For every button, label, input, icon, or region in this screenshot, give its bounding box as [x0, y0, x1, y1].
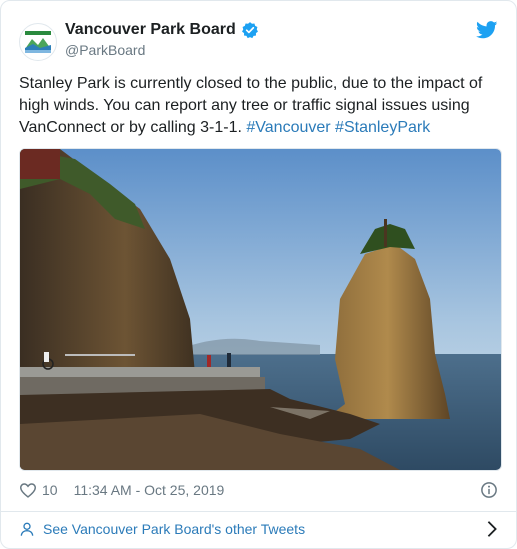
tweet-text: Stanley Park is currently closed to the …	[19, 73, 499, 139]
like-count: 10	[42, 482, 58, 498]
photo-siwash-rock-icon	[20, 149, 501, 470]
like-button[interactable]: 10	[19, 482, 58, 498]
user-icon	[20, 522, 34, 536]
avatar[interactable]	[19, 23, 57, 61]
tweet-card: Vancouver Park Board @ParkBoard Stanley …	[0, 0, 517, 549]
park-board-logo-icon	[25, 31, 51, 53]
account-handle[interactable]: @ParkBoard	[65, 42, 145, 58]
chevron-right-icon	[487, 521, 497, 537]
other-tweets-link[interactable]: See Vancouver Park Board's other Tweets	[19, 517, 498, 541]
hashtag-vancouver[interactable]: #Vancouver	[246, 119, 330, 136]
twitter-bird-icon[interactable]	[476, 21, 498, 39]
tweet-header: Vancouver Park Board @ParkBoard	[19, 19, 498, 63]
tweet-timestamp[interactable]: 11:34 AM - Oct 25, 2019	[74, 482, 225, 498]
name-row: Vancouver Park Board	[65, 21, 259, 39]
hashtag-stanleypark[interactable]: #StanleyPark	[335, 119, 430, 136]
display-name[interactable]: Vancouver Park Board	[65, 21, 236, 39]
divider	[1, 511, 516, 512]
heart-icon	[19, 483, 37, 498]
tweet-photo[interactable]	[19, 148, 502, 471]
tweet-meta: 10 11:34 AM - Oct 25, 2019	[19, 479, 498, 501]
verified-badge-icon	[241, 22, 258, 39]
info-icon[interactable]	[480, 481, 498, 499]
other-tweets-label: See Vancouver Park Board's other Tweets	[43, 521, 306, 537]
